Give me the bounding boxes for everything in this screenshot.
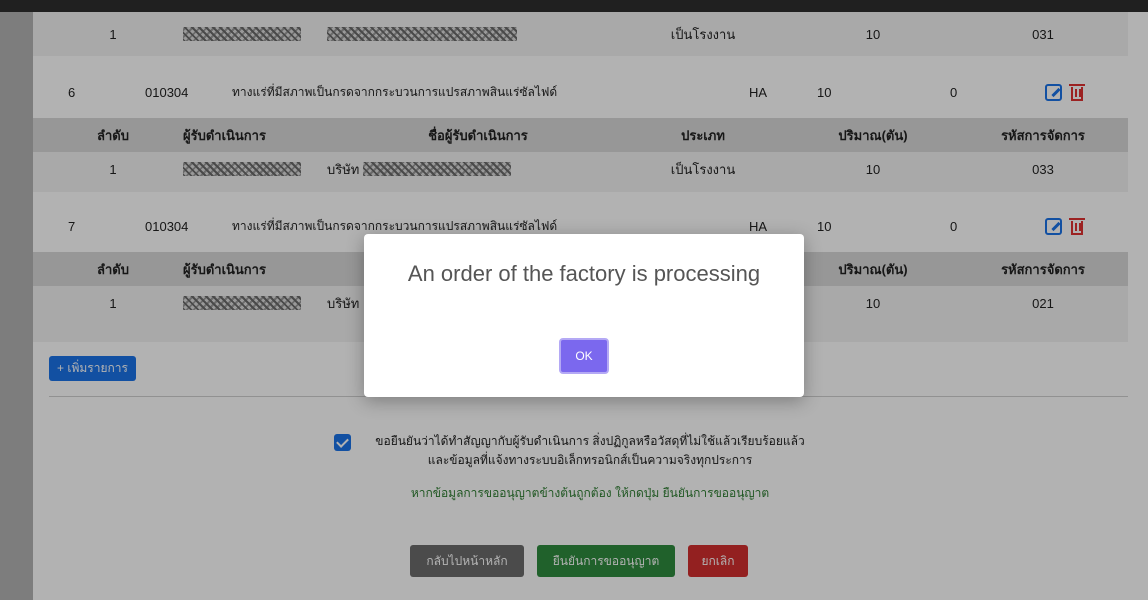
alert-dialog: An order of the factory is processing OK: [364, 234, 804, 397]
ok-button[interactable]: OK: [559, 338, 609, 374]
dialog-title: An order of the factory is processing: [407, 261, 761, 286]
